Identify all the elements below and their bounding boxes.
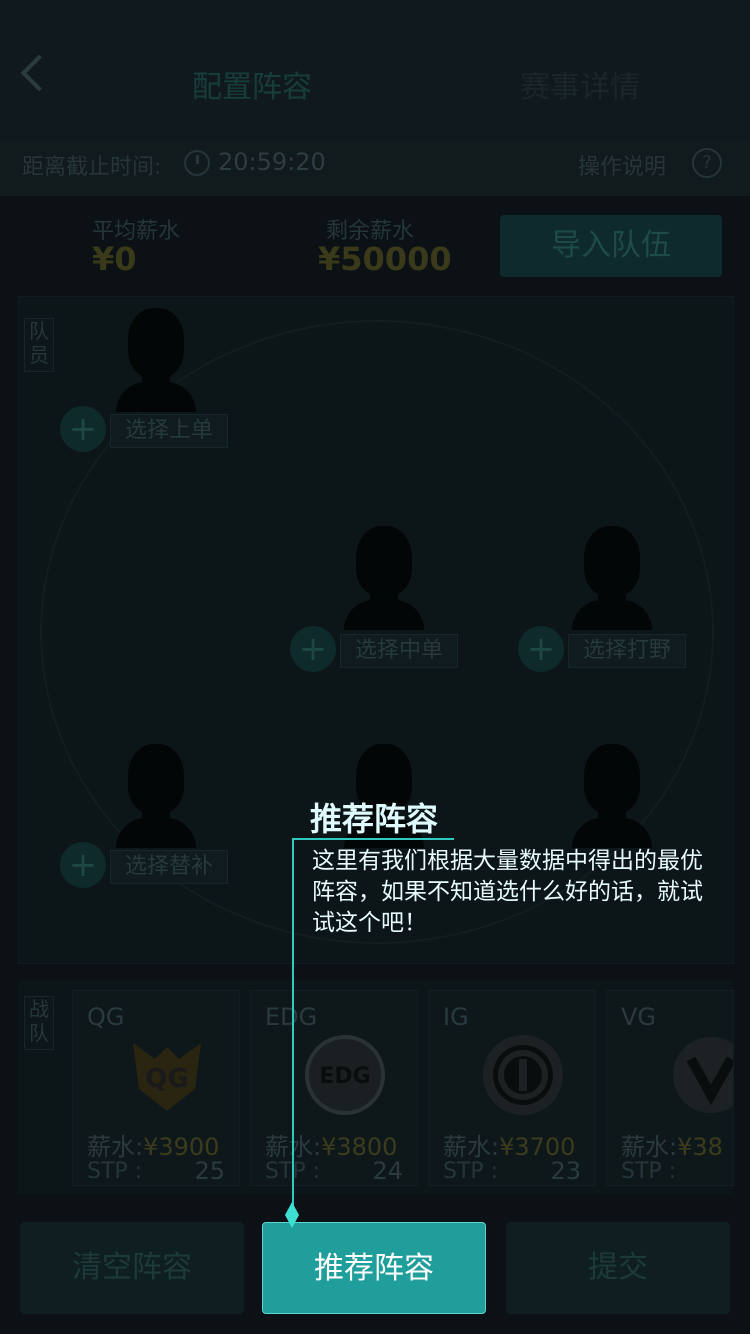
import-team-button[interactable]: 导入队伍: [500, 215, 722, 277]
edg-logo-icon: EDG: [303, 1033, 387, 1117]
team-name: IG: [443, 1003, 469, 1031]
clear-lineup-button[interactable]: 清空阵容: [20, 1222, 244, 1314]
team-stp-label: STP :: [443, 1159, 499, 1184]
plus-icon: +: [290, 626, 336, 672]
deadline-time: 20:59:20: [218, 148, 326, 176]
plus-icon: +: [60, 406, 106, 452]
tooltip-title: 推荐阵容: [310, 800, 439, 838]
team-stp-value: 23: [550, 1157, 581, 1185]
team-stp-label: STP :: [621, 1159, 677, 1184]
team-name: QG: [87, 1003, 125, 1031]
plus-icon: +: [518, 626, 564, 672]
player-silhouette-support: [572, 744, 652, 848]
tooltip-text: 这里有我们根据大量数据中得出的最优阵容，如果不知道选什么好的话，就试试这个吧！: [312, 848, 703, 936]
team-salary: 薪水:¥38: [621, 1133, 723, 1161]
teams-side-label: 战队: [24, 996, 54, 1050]
team-stp-value: 24: [372, 1157, 403, 1185]
recommend-lineup-button[interactable]: 推荐阵容: [262, 1222, 486, 1314]
submit-button[interactable]: 提交: [506, 1222, 730, 1314]
deadline-label: 距离截止时间:: [22, 155, 162, 180]
team-card-vg[interactable]: VG 薪水:¥38 STP :: [606, 990, 734, 1186]
ig-logo-icon: [481, 1033, 565, 1117]
team-stp-label: STP :: [87, 1159, 143, 1184]
team-name: VG: [621, 1003, 657, 1031]
team-card-qg[interactable]: QG QG 薪水:¥3900 STP : 25: [72, 990, 240, 1186]
team-card-ig[interactable]: IG 薪水:¥3700 STP : 23: [428, 990, 596, 1186]
select-mid-label: 选择中单: [340, 634, 459, 668]
player-silhouette-mid: [344, 526, 424, 630]
select-sub-label: 选择替补: [110, 850, 229, 884]
tab-match-details[interactable]: 赛事详情: [520, 62, 640, 106]
tooltip-underline: [292, 838, 454, 840]
select-top-label: 选择上单: [110, 414, 229, 448]
help-icon[interactable]: ?: [692, 148, 722, 178]
help-link[interactable]: 操作说明: [578, 149, 666, 181]
player-silhouette-top: [116, 308, 196, 412]
svg-text:EDG: EDG: [319, 1064, 370, 1089]
svg-text:QG: QG: [145, 1064, 188, 1094]
clock-icon: [184, 150, 210, 176]
player-silhouette-sub: [116, 744, 196, 848]
players-side-label: 队员: [24, 318, 54, 372]
plus-icon: +: [60, 842, 106, 888]
select-jungle-label: 选择打野: [568, 634, 687, 668]
team-card-edg[interactable]: EDG EDG 薪水:¥3800 STP : 24: [250, 990, 418, 1186]
avg-salary-value: ¥0: [92, 240, 137, 278]
team-stp-value: 25: [194, 1157, 225, 1185]
player-silhouette-jungle: [572, 526, 652, 630]
qg-logo-icon: QG: [125, 1033, 209, 1117]
remaining-salary-value: ¥50000: [318, 240, 452, 278]
tab-configure-lineup[interactable]: 配置阵容: [192, 62, 312, 106]
vg-logo-icon: [669, 1033, 733, 1117]
tooltip-connector: [292, 838, 294, 1210]
